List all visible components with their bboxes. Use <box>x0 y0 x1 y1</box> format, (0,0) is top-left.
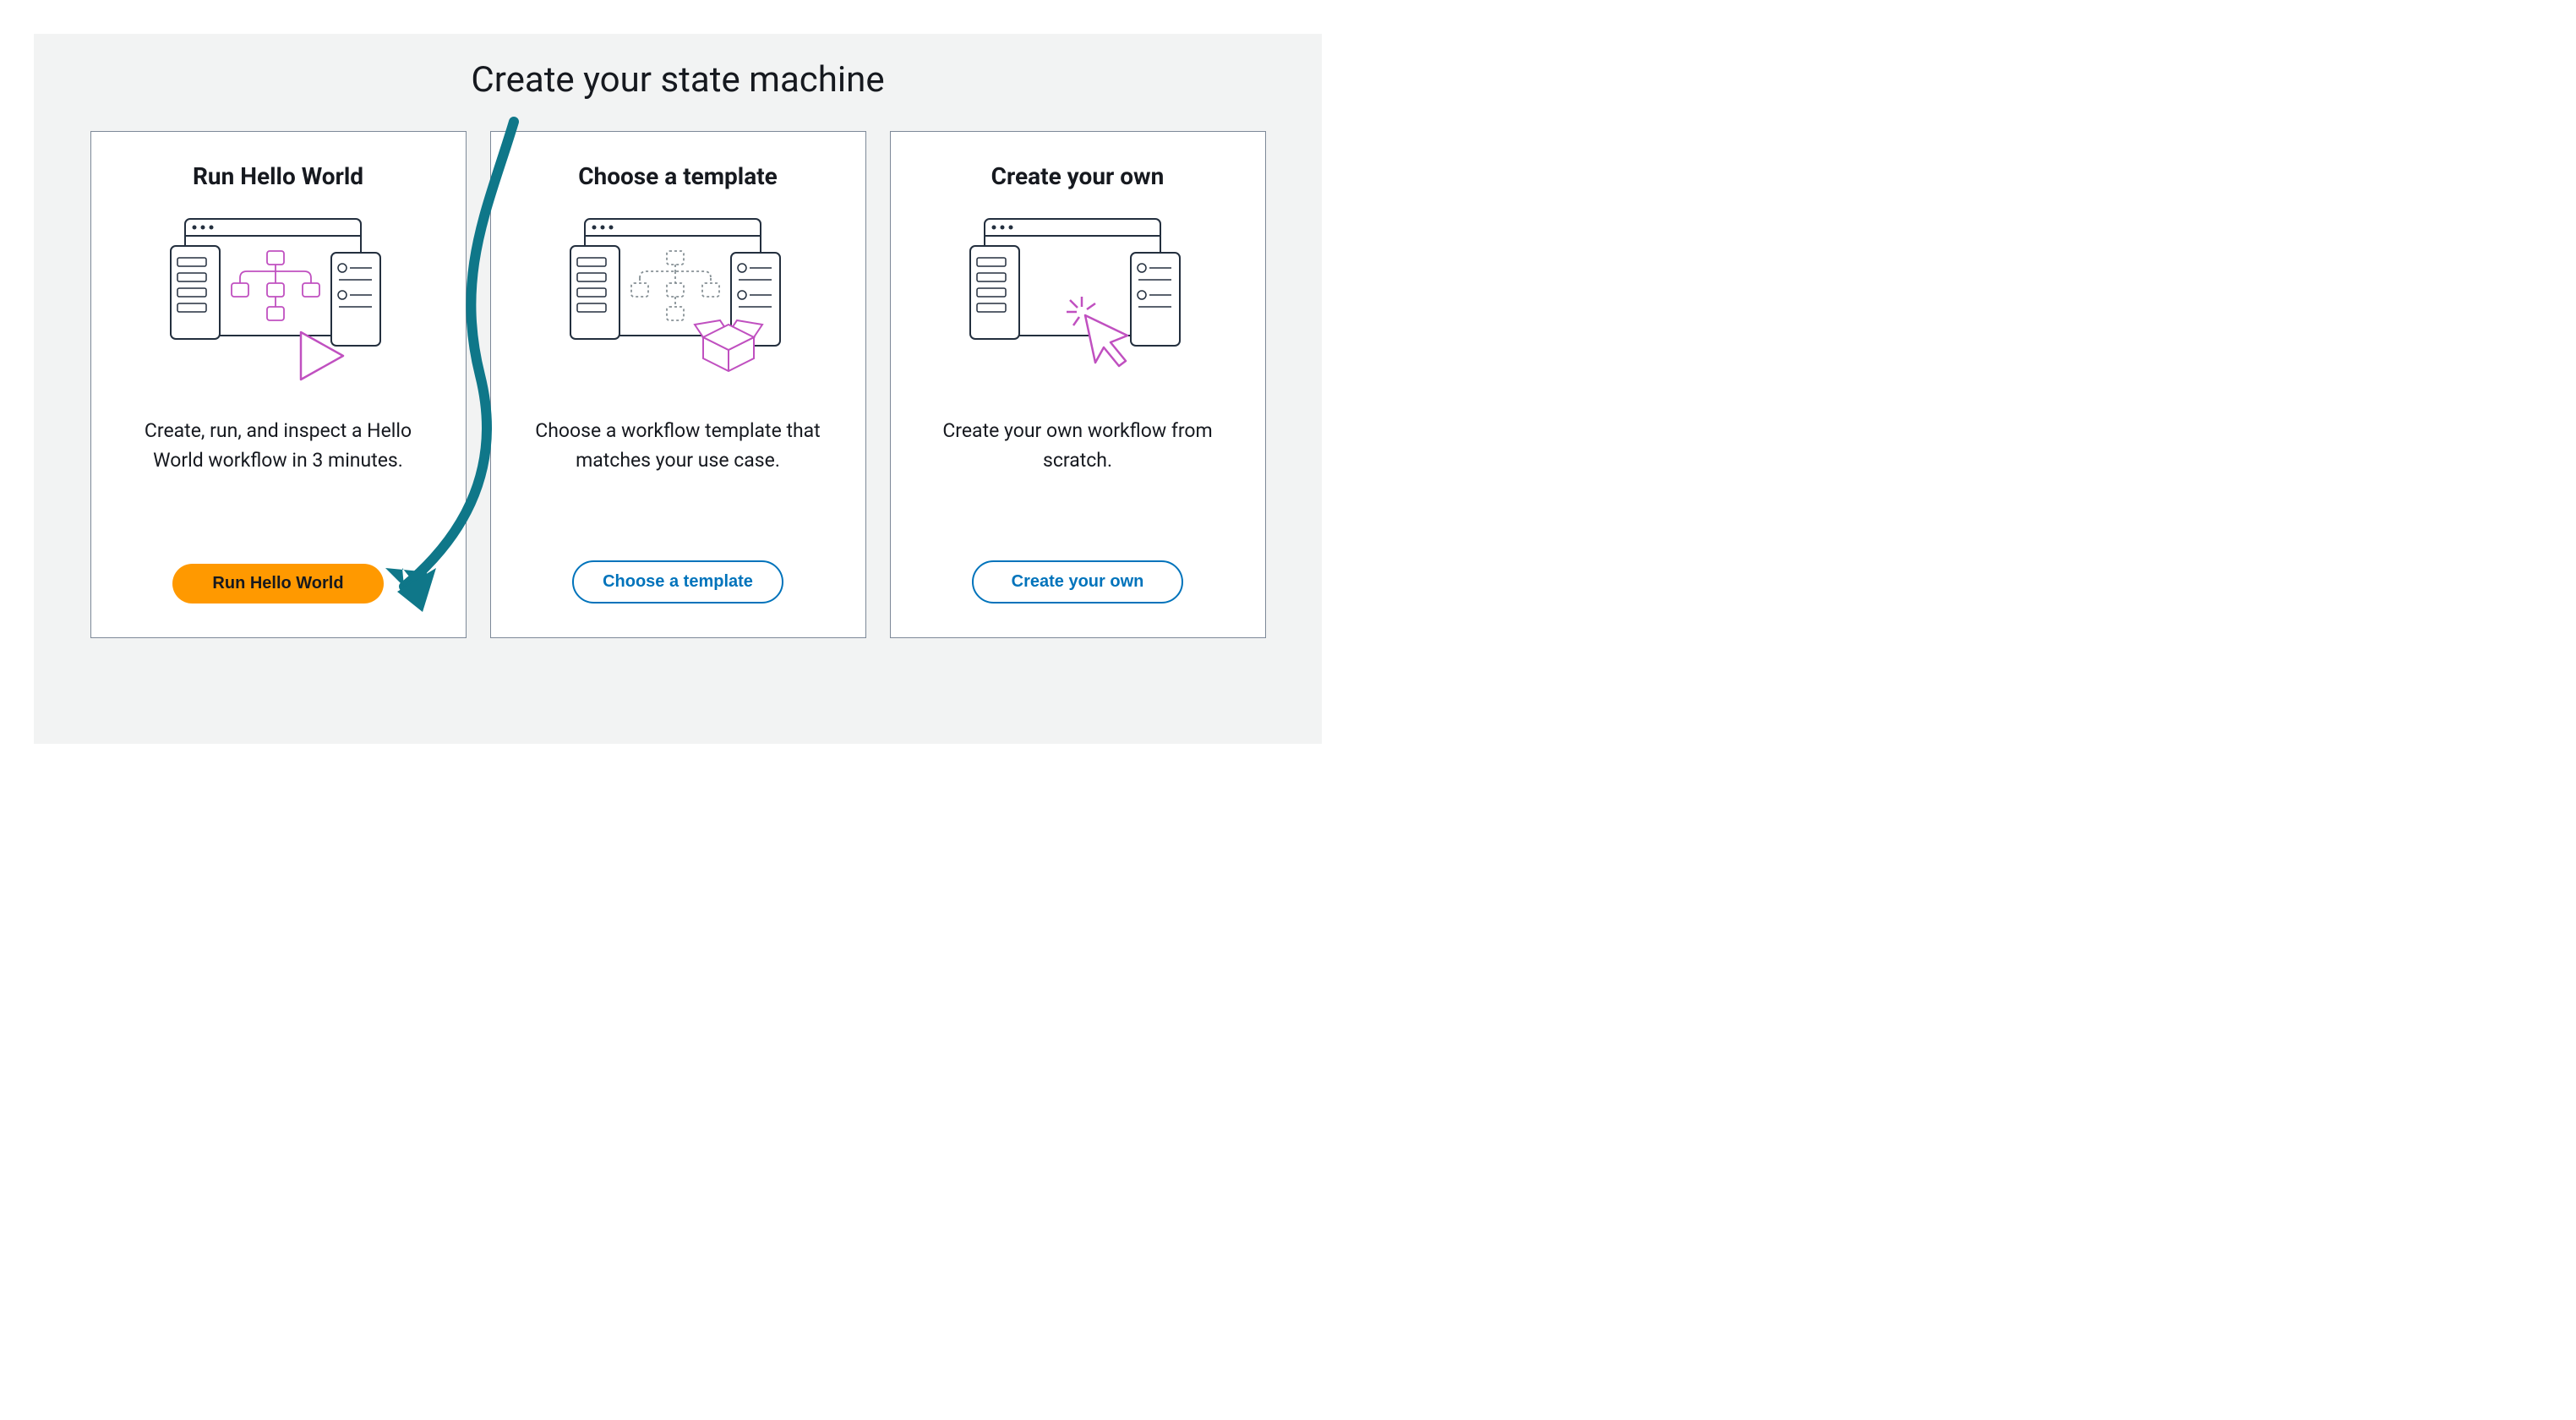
choose-template-illustration-icon <box>555 210 800 388</box>
card-description: Create, run, and inspect a Hello World w… <box>117 417 440 564</box>
choose-template-button[interactable]: Choose a template <box>572 560 783 604</box>
card-description: Create your own workflow from scratch. <box>916 417 1240 560</box>
run-hello-world-button[interactable]: Run Hello World <box>172 564 384 604</box>
cards-row: Run Hello World <box>66 131 1290 638</box>
card-description: Choose a workflow template that matches … <box>516 417 840 560</box>
state-machine-chooser: Create your state machine Run Hello Worl… <box>34 34 1322 744</box>
page-title: Create your state machine <box>66 59 1290 101</box>
card-create-your-own[interactable]: Create your own <box>890 131 1266 638</box>
create-your-own-button[interactable]: Create your own <box>972 560 1183 604</box>
card-title: Create your own <box>991 162 1165 190</box>
hello-world-illustration-icon <box>156 210 401 388</box>
card-run-hello-world[interactable]: Run Hello World <box>90 131 467 638</box>
card-choose-template[interactable]: Choose a template <box>490 131 866 638</box>
card-title: Choose a template <box>578 162 778 190</box>
card-title: Run Hello World <box>193 162 363 190</box>
create-own-illustration-icon <box>955 210 1200 388</box>
